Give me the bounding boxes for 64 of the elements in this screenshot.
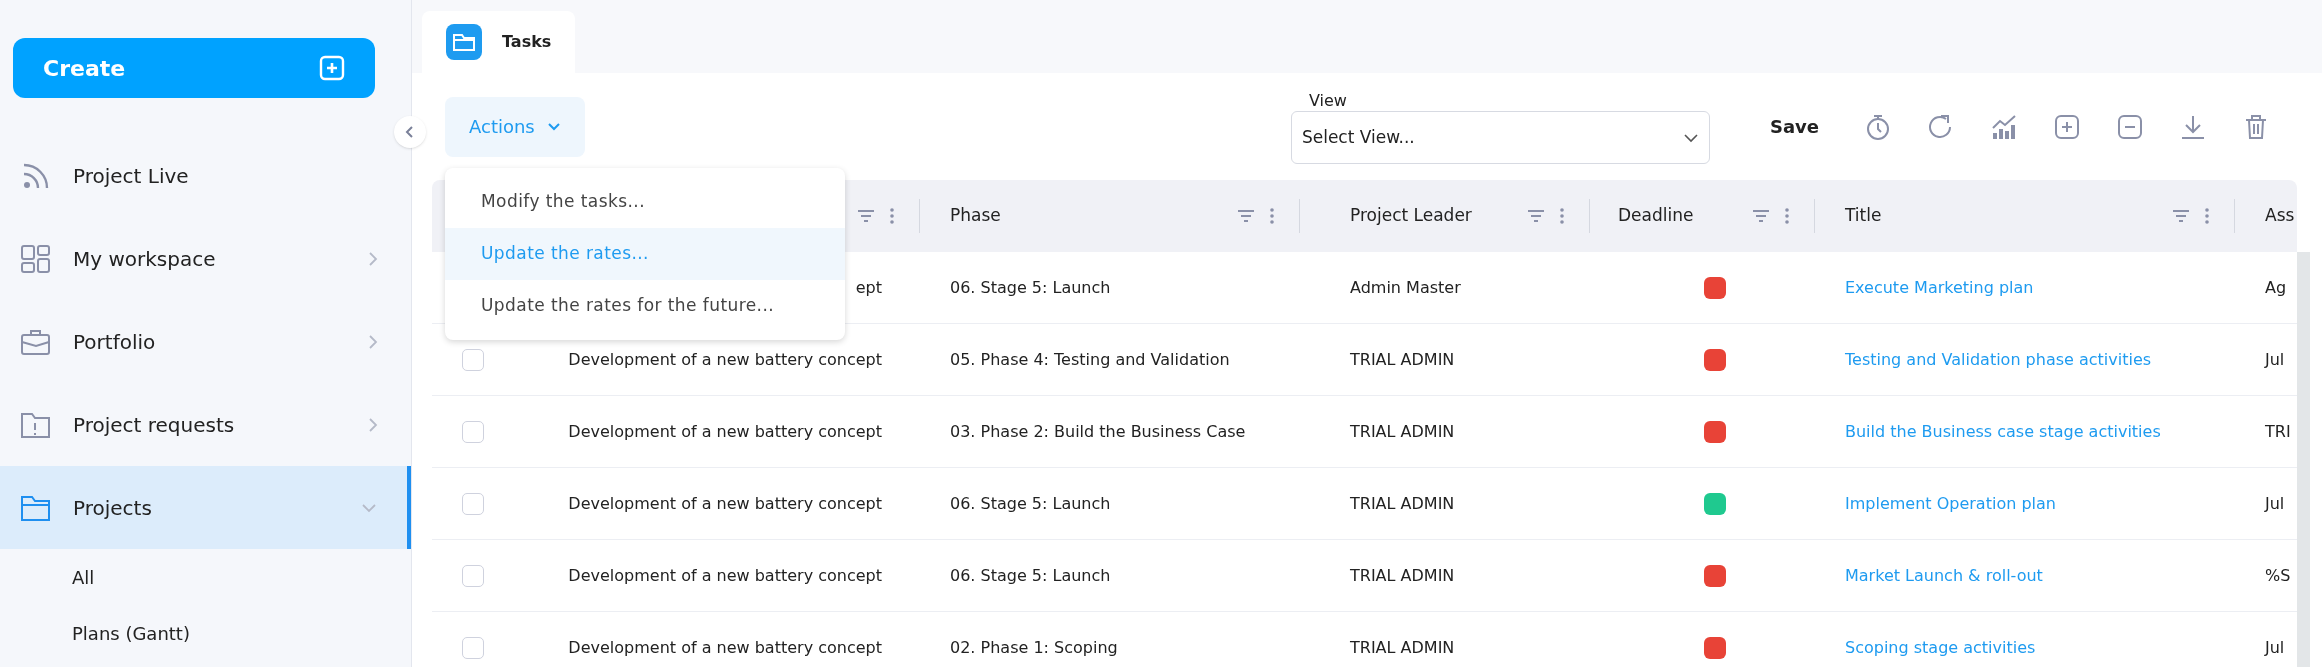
- table-cell-text: TRIAL ADMIN: [1350, 348, 1455, 371]
- table-cell-text: %S: [2265, 564, 2291, 587]
- table-cell-text: Development of a new battery concept: [568, 492, 882, 515]
- table-cell-text: 05. Phase 4: Testing and Validation: [950, 348, 1230, 371]
- table-cell-text: TRIAL ADMIN: [1350, 492, 1455, 515]
- table-cell-text: TRI: [2265, 420, 2291, 443]
- sidebar-item[interactable]: Project requests: [0, 383, 411, 466]
- table-cell-text: 06. Stage 5: Launch: [950, 492, 1111, 515]
- table-cell-text: 06. Stage 5: Launch: [950, 564, 1111, 587]
- table-cell-text: Development of a new battery concept: [568, 420, 882, 443]
- table-cell-text: Jul: [2265, 348, 2285, 371]
- view-value: Select View...: [1301, 125, 1415, 149]
- sidebar-item[interactable]: Project Live: [0, 134, 411, 217]
- view-label: View: [1308, 91, 1347, 111]
- kebab-menu-icon: [2204, 207, 2210, 225]
- expand-icon: [2052, 112, 2081, 141]
- filter-icon: [2172, 209, 2190, 223]
- table-cell-text: ept: [855, 276, 882, 299]
- kebab-menu-icon: [1784, 207, 1790, 225]
- sidebar-subitem[interactable]: All: [72, 563, 95, 591]
- sidebar-item[interactable]: Projects: [0, 466, 411, 549]
- folder-icon: [446, 24, 482, 60]
- kebab-menu-icon: [889, 207, 895, 225]
- filter-icon: [1527, 209, 1545, 223]
- menu-item[interactable]: Update the rates for the future...: [445, 280, 845, 332]
- column-header[interactable]: Ass: [2265, 203, 2295, 229]
- plus-square-icon: [319, 55, 345, 81]
- column-header[interactable]: Title: [1845, 203, 1882, 229]
- kebab-menu-icon: [1269, 207, 1275, 225]
- checkbox[interactable]: [462, 564, 484, 587]
- collapse-icon: [2115, 112, 2144, 141]
- filter-icon: [1237, 209, 1255, 223]
- table-cell-text: TRIAL ADMIN: [1350, 564, 1455, 587]
- tab[interactable]: Tasks: [422, 11, 576, 73]
- scrollbar[interactable]: [2297, 252, 2310, 667]
- column-header[interactable]: Project Leader: [1350, 203, 1472, 229]
- table-cell-text: Ag: [2265, 276, 2287, 299]
- table-cell-text: 06. Stage 5: Launch: [950, 276, 1111, 299]
- view-select[interactable]: Select View...: [1290, 111, 1710, 164]
- table-cell-text: Development of a new battery concept: [568, 564, 882, 587]
- table-cell-text: Development of a new battery concept: [568, 348, 882, 371]
- kebab-menu-icon: [1559, 207, 1565, 225]
- save-button[interactable]: Save: [1749, 104, 1839, 149]
- filter-icon: [1752, 209, 1770, 223]
- checkbox[interactable]: [462, 348, 484, 371]
- table-cell-text: 02. Phase 1: Scoping: [950, 636, 1118, 659]
- sidebar-item[interactable]: My workspace: [0, 217, 411, 300]
- table-cell-text: Jul: [2265, 492, 2285, 515]
- checkbox[interactable]: [462, 492, 484, 515]
- checkbox[interactable]: [462, 420, 484, 443]
- table-cell-text: TRIAL ADMIN: [1350, 420, 1455, 443]
- table-cell-text: TRIAL ADMIN: [1350, 636, 1455, 659]
- grid-icon: [20, 243, 51, 274]
- menu-item[interactable]: Modify the tasks...: [445, 176, 845, 228]
- filter-icon: [857, 209, 875, 223]
- sidebar-subitem[interactable]: Plans (Gantt): [72, 619, 190, 647]
- column-header[interactable]: Phase: [950, 203, 1001, 229]
- checkbox[interactable]: [462, 636, 484, 659]
- table-cell-text: Admin Master: [1350, 276, 1461, 299]
- column-header[interactable]: Deadline: [1618, 203, 1694, 229]
- table-cell-text: 03. Phase 2: Build the Business Case: [950, 420, 1246, 443]
- table-cell-text: Development of a new battery concept: [568, 636, 882, 659]
- table-cell-text: Jul: [2265, 636, 2285, 659]
- sidebar-item[interactable]: Portfolio: [0, 300, 411, 383]
